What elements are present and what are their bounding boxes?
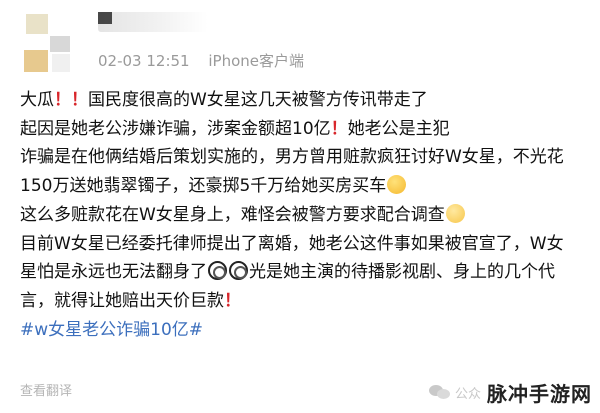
post-date: 02-03 12:51 [98,52,190,70]
text-segment: 言，就得让她赔出天价巨款 [20,290,224,311]
content-line-7: 星怕是永远也无法翻身了 光是她主演的待播影视剧、身上的几个代 [20,258,590,287]
watermark-text: 脉冲手游网 [487,381,592,406]
content-line-4: 150万送她翡翠镯子，还豪掷5千万给她买房买车 [20,172,590,201]
hashtag-link[interactable]: #w女星老公诈骗10亿# [20,320,203,340]
content-line-5: 这么多赃款花在W女星身上，难怪会被警方要求配合调查 [20,201,590,230]
dizzy-face-icon [208,261,227,281]
smug-face-icon [387,175,407,195]
watermark: 公众 脉冲手游网 [428,377,592,407]
content-line-6: 目前W女星已经委托律师提出了离婚，她老公这件事如果被官宣了，W女 [20,230,590,259]
post-header: 02-03 12:51 iPhone客户端 [18,8,318,78]
content-line-1: 大瓜！！国民度很高的W女星这几天被警方传讯带走了 [20,86,590,115]
exclamation-icon: ！ [330,118,348,139]
post-meta: 02-03 12:51 iPhone客户端 [98,50,318,71]
text-segment: 目前W女星已经委托律师提出了离婚，她老公这件事如果被官宣了，W女 [20,233,564,254]
avatar[interactable] [18,14,76,72]
text-segment: 国民度很高的W女星这几天被警方传讯带走了 [88,90,428,110]
translate-link[interactable]: 查看翻译 [20,380,72,399]
exclamation-icon: ！ [224,290,241,311]
content-line-9: #w女星老公诈骗10亿# [20,316,590,345]
text-segment: 她老公是主犯 [347,118,450,139]
dizzy-face-icon [229,261,248,281]
watermark-faded-text: 公众 [454,386,481,402]
wechat-icon [428,383,451,401]
text-segment: 大瓜 [20,90,54,110]
exclamation-icon: ！ [71,90,88,110]
text-segment: 这么多赃款花在W女星身上，难怪会被警方要求配合调查 [20,204,445,225]
text-segment: 起因是她老公涉嫌诈骗，涉案金额超10亿 [20,118,331,139]
text-segment: 光是她主演的待播影视剧、身上的几个代 [249,262,555,283]
content-line-2: 起因是她老公涉嫌诈骗，涉案金额超10亿！她老公是主犯 [20,115,590,144]
content-line-8: 言，就得让她赔出天价巨款！ [20,287,590,316]
text-segment: 星怕是永远也无法翻身了 [20,262,207,283]
post-content: 大瓜！！国民度很高的W女星这几天被警方传讯带走了 起因是她老公涉嫌诈骗，涉案金额… [20,86,590,344]
content-line-3: 诈骗是在他俩结婚后策划实施的，男方曾用赃款疯狂讨好W女星，不光花 [20,143,590,172]
username-blurred[interactable] [98,12,208,32]
post-device: iPhone客户端 [208,52,305,70]
text-segment: 150万送她翡翠镯子，还豪掷5千万给她买房买车 [20,176,387,197]
shushing-face-icon [445,203,465,223]
text-segment: 诈骗是在他俩结婚后策划实施的，男方曾用赃款疯狂讨好W女星，不光花 [20,147,564,168]
exclamation-icon: ！ [54,90,71,110]
